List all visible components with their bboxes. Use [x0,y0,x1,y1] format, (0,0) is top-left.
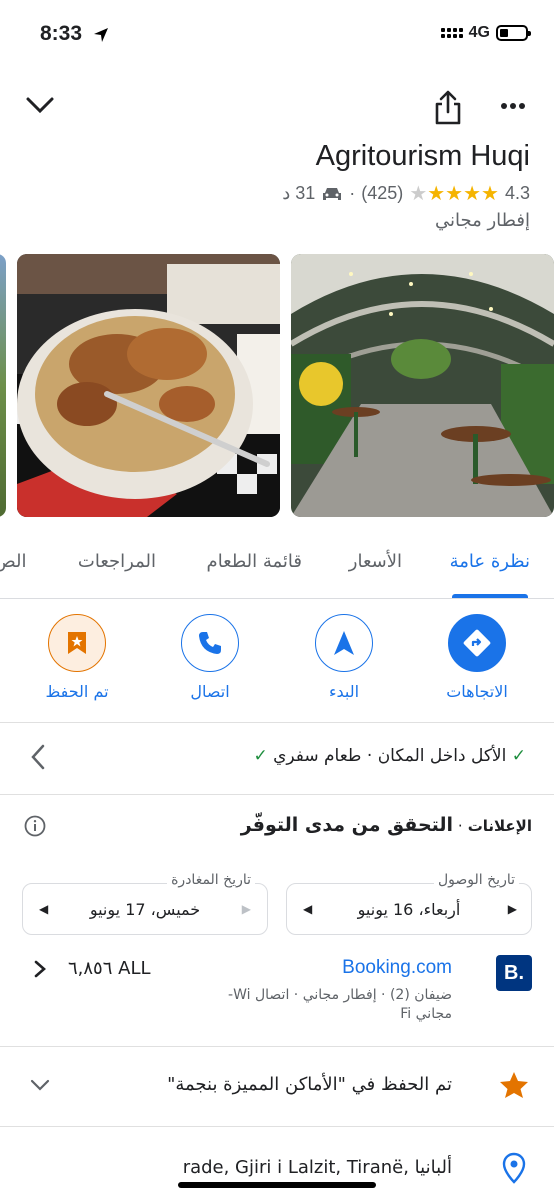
ads-label: الإعلانات [467,817,532,835]
network-type: 4G [468,24,490,41]
car-icon [323,187,342,200]
start-label: البدء [328,682,360,701]
signal-icon [440,28,463,38]
divider [0,1046,554,1047]
phone-icon [181,614,239,672]
availability-title: التحقق من مدى التوفّر [240,814,454,836]
tab-bar: نظرة عامة الأسعار قائمة الطعام المراجعات… [0,537,554,599]
divider [0,722,554,723]
rating-value: 4.3 [504,183,530,203]
food-photo-image [17,254,280,517]
photo-left-partial[interactable] [0,254,6,517]
address-text[interactable]: rade, Gjiri i Lalzit, Tiranë, ألبانيا [183,1157,452,1178]
chevron-left-icon[interactable] [30,744,46,770]
tab-overview[interactable]: نظرة عامة [450,551,530,572]
location-arrow-icon [94,28,108,42]
separator-dot: · [361,746,373,766]
divider [0,1126,554,1127]
divider [0,794,554,795]
directions-label: الاتجاهات [446,682,508,701]
tab-partial[interactable]: الص [0,551,27,572]
checkin-date-field[interactable]: تاريخ الوصول ▶ أربعاء، 16 يونيو ◀ [286,872,532,935]
directions-button[interactable]: الاتجاهات [422,614,532,701]
active-tab-indicator [452,594,528,598]
saved-label: تم الحفظ [45,682,109,701]
booking-details: ضيفان (2) · إفطار مجاني · اتصال Wi- Fi م… [192,986,452,1024]
directions-icon [448,614,506,672]
status-time: 8:33 [40,22,83,45]
separator-dot: · [453,817,463,835]
prev-date-arrow-icon[interactable]: ◀ [303,902,312,916]
availability-heading: الإعلانات · التحقق من مدى التوفّر [241,814,532,836]
check-icon: ✓ [511,746,526,766]
call-label: اتصال [190,682,230,701]
checkout-label: تاريخ المغادرة [167,872,255,888]
booking-provider-link[interactable]: Booking.com [342,957,452,979]
share-icon[interactable] [433,90,463,126]
start-button[interactable]: البدء [289,614,399,701]
saved-button[interactable]: تم الحفظ [22,614,132,701]
booking-details-line1: ضيفان (2) · إفطار مجاني · اتصال Wi- [228,987,452,1003]
checkout-date-field[interactable]: تاريخ المغادرة ▶ خميس، 17 يونيو ◀ [22,872,268,935]
dine-in-label: الأكل داخل المكان [377,746,507,766]
separator-dot: · [349,183,356,203]
chevron-down-icon[interactable] [30,1078,50,1092]
more-options-icon[interactable] [500,102,526,110]
rating-stars: ★★★★★ [409,183,499,205]
booking-price[interactable]: ٦,٨٥٦ ALL [68,958,151,979]
checkin-value: أربعاء، 16 يونيو [357,900,461,919]
takeaway-label: طعام سفري [273,746,362,766]
place-title: Agritourism Huqi [315,140,530,172]
check-icon: ✓ [253,746,268,766]
tab-menu[interactable]: قائمة الطعام [207,551,302,572]
booking-details-line2: Fi مجاني [400,1006,452,1022]
prev-date-arrow-icon[interactable]: ◀ [39,902,48,916]
status-indicators: 4G [440,24,531,42]
booking-logo: B. [496,955,532,991]
tab-reviews[interactable]: المراجعات [78,551,156,572]
tab-prices[interactable]: الأسعار [349,551,402,572]
location-pin-icon [502,1152,526,1184]
photo-terrace[interactable] [291,254,554,517]
place-category: إفطار مجاني [434,210,530,231]
checkout-value: خميس، 17 يونيو [89,900,201,919]
reviews-count[interactable]: (425) [361,183,403,204]
chevron-right-icon[interactable] [34,960,46,978]
terrace-photo-image [291,254,554,517]
saved-list-text[interactable]: تم الحفظ في "الأماكن المميزة بنجمة" [167,1074,452,1095]
saved-bookmark-icon [48,614,106,672]
dining-options[interactable]: ✓ الأكل داخل المكان · طعام سفري ✓ [253,746,526,766]
photo-food[interactable] [17,254,280,517]
navigation-arrow-icon [315,614,373,672]
call-button[interactable]: اتصال [155,614,265,701]
collapse-chevron-icon[interactable] [24,94,56,118]
star-icon [500,1072,528,1098]
drive-time: 31 د [282,183,316,203]
info-icon[interactable] [24,815,46,837]
rating-row: 31 د · (425) ★★★★★ 4.3 [282,181,530,206]
checkin-label: تاريخ الوصول [434,872,519,888]
home-indicator [178,1182,376,1188]
battery-icon [496,25,531,41]
